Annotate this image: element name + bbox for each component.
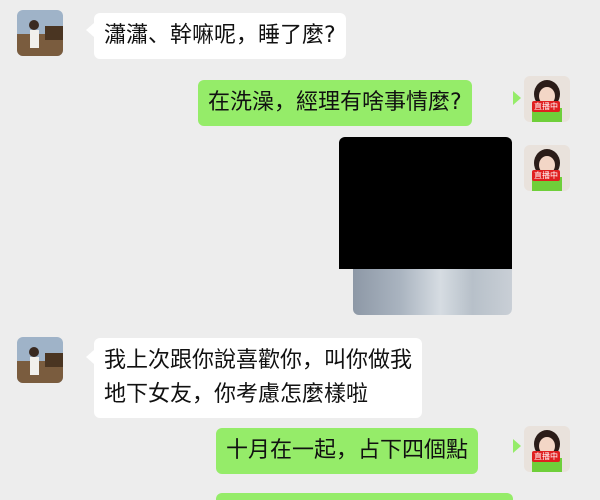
image-preview bbox=[353, 267, 512, 315]
self-avatar[interactable]: 直播中 bbox=[524, 76, 570, 122]
message-bubble-outgoing[interactable]: 在洗澡，經理有啥事情麼? bbox=[198, 80, 472, 126]
message-text: 在洗澡，經理有啥事情麼? bbox=[208, 90, 462, 115]
live-badge: 直播中 bbox=[532, 170, 560, 181]
message-bubble-outgoing[interactable]: 十月在一起，占下四個點 bbox=[216, 428, 479, 474]
message-text-line: 我上次跟你說喜歡你，叫你做我 bbox=[104, 348, 413, 373]
message-bubble-outgoing-partial[interactable] bbox=[216, 493, 513, 500]
message-bubble-incoming[interactable]: 瀟瀟、幹嘛呢，睡了麼? bbox=[94, 13, 346, 59]
bubble-tail bbox=[513, 439, 521, 453]
contact-avatar[interactable] bbox=[17, 10, 63, 56]
image-message[interactable] bbox=[339, 137, 512, 315]
message-text: 十月在一起，占下四個點 bbox=[226, 438, 469, 463]
message-text-line: 地下女友，你考慮怎麼樣啦 bbox=[104, 382, 369, 407]
live-badge: 直播中 bbox=[532, 451, 560, 462]
self-avatar[interactable]: 直播中 bbox=[524, 426, 570, 472]
bubble-tail bbox=[513, 91, 521, 105]
message-bubble-incoming[interactable]: 我上次跟你說喜歡你，叫你做我 地下女友，你考慮怎麼樣啦 bbox=[94, 338, 423, 418]
message-text: 瀟瀟、幹嘛呢，睡了麼? bbox=[104, 23, 336, 48]
redaction-block bbox=[339, 137, 512, 269]
live-badge: 直播中 bbox=[532, 101, 560, 112]
contact-avatar[interactable] bbox=[17, 337, 63, 383]
self-avatar[interactable]: 直播中 bbox=[524, 145, 570, 191]
bubble-tail bbox=[86, 350, 94, 364]
bubble-tail bbox=[86, 23, 94, 37]
